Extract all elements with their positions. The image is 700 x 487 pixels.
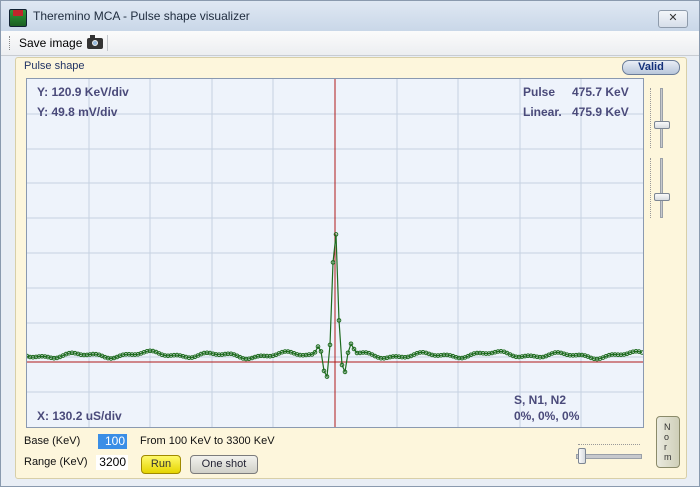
close-button[interactable]: ✕ xyxy=(658,10,688,28)
gain-slider[interactable] xyxy=(650,88,670,148)
app-icon xyxy=(9,9,27,27)
sn-values: 0%, 0%, 0% xyxy=(514,409,580,423)
range-info: From 100 KeV to 3300 KeV xyxy=(140,435,275,447)
y-scale-mv: Y: 49.8 mV/div xyxy=(37,105,118,119)
base-input[interactable]: 100 xyxy=(98,434,127,449)
range-label: Range (KeV) xyxy=(24,456,88,468)
save-image-label: Save image xyxy=(19,36,83,50)
sn-header: S, N1, N2 xyxy=(514,393,567,407)
pulse-value: 475.7 KeV xyxy=(572,85,629,99)
main-window: Theremino MCA - Pulse shape visualizer ✕… xyxy=(0,0,700,487)
offset-slider-thumb[interactable] xyxy=(654,193,670,201)
window-title: Theremino MCA - Pulse shape visualizer xyxy=(33,9,250,23)
toolbar: Save image xyxy=(1,31,699,56)
valid-button[interactable]: Valid xyxy=(622,60,680,75)
pulse-label: Pulse xyxy=(523,85,556,99)
linear-value: 475.9 KeV xyxy=(572,105,629,119)
x-scale: X: 130.2 uS/div xyxy=(37,409,122,423)
range-input[interactable]: 3200 xyxy=(96,455,128,470)
save-image-button[interactable]: Save image xyxy=(15,34,107,52)
y-scale-kev: Y: 120.9 KeV/div xyxy=(37,85,129,99)
norm-button[interactable]: N o r m xyxy=(656,416,680,468)
linear-label: Linear. xyxy=(523,105,562,119)
pulse-plot: Y: 120.9 KeV/div Y: 49.8 mV/div Pulse 47… xyxy=(26,78,644,428)
gain-slider-thumb[interactable] xyxy=(654,121,670,129)
offset-slider[interactable] xyxy=(650,158,670,218)
toolbar-grip xyxy=(9,36,12,50)
plot-canvas xyxy=(27,79,643,427)
horizontal-slider-thumb[interactable] xyxy=(578,448,586,464)
toolbar-separator xyxy=(107,35,108,51)
run-button[interactable]: Run xyxy=(141,455,181,474)
camera-icon xyxy=(87,34,104,49)
horizontal-slider[interactable] xyxy=(576,442,642,464)
one-shot-button[interactable]: One shot xyxy=(190,455,258,474)
title-bar: Theremino MCA - Pulse shape visualizer ✕ xyxy=(1,1,699,31)
base-label: Base (KeV) xyxy=(24,435,81,447)
panel-label: Pulse shape xyxy=(24,60,85,72)
pulse-shape-panel: Pulse shape Valid Y: 120.9 KeV/div Y: 49… xyxy=(15,57,687,479)
